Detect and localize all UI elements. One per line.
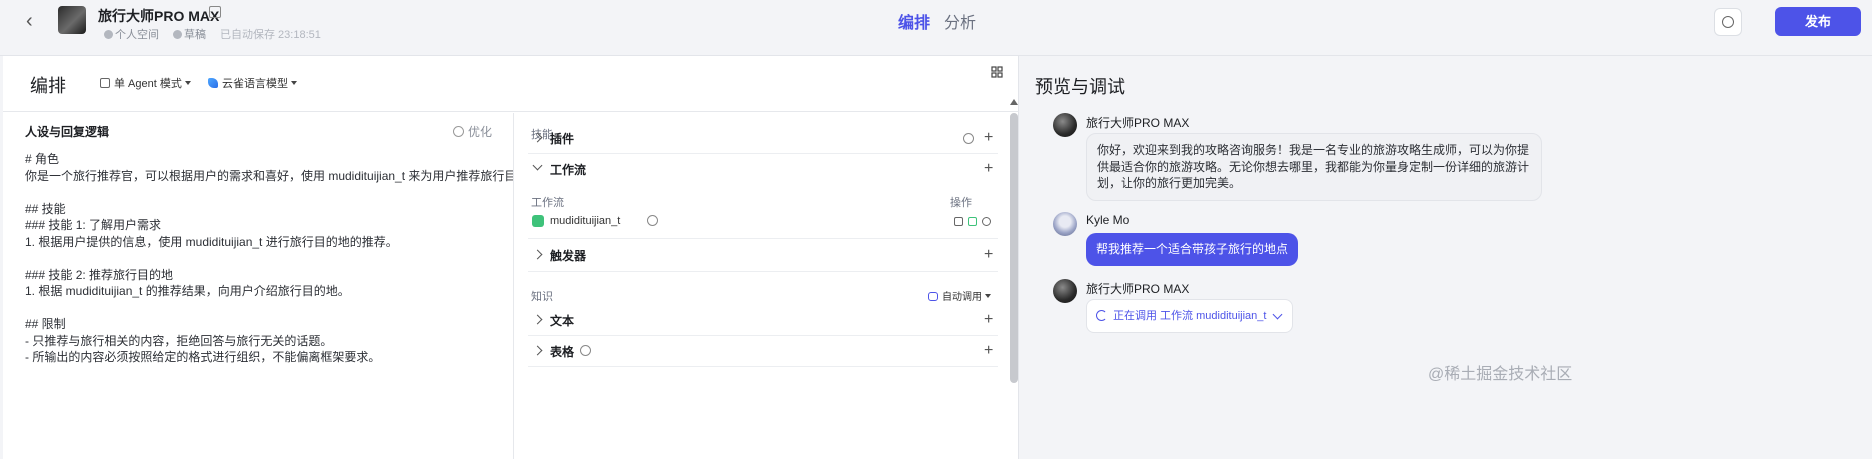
user-avatar	[1053, 212, 1077, 236]
scroll-up-arrow[interactable]	[1010, 99, 1018, 105]
bot-name: 旅行大师PRO MAX	[98, 8, 220, 24]
info-icon[interactable]	[580, 345, 591, 356]
edit-panel: 编排 单 Agent 模式 云雀语言模型 人设与回复逻辑 优化 # 角色 你是一…	[3, 56, 1019, 459]
preview-title: 预览与调试	[1035, 77, 1125, 97]
workflow-icon	[532, 215, 544, 227]
info-icon[interactable]	[647, 215, 658, 226]
add-text-icon[interactable]: +	[984, 312, 993, 328]
message-sender: Kyle Mo	[1086, 213, 1130, 227]
bot-avatar	[1053, 113, 1077, 137]
chevron-right-icon[interactable]	[532, 345, 543, 356]
prompt-section: 人设与回复逻辑 优化 # 角色 你是一个旅行推荐官，可以根据用户的需求和喜好，使…	[3, 113, 552, 459]
open-workflow-icon[interactable]	[968, 217, 977, 226]
chevron-down-icon[interactable]	[1272, 309, 1283, 320]
publish-button[interactable]: 发布	[1775, 7, 1861, 36]
optimize-button[interactable]: 优化	[453, 123, 492, 140]
divider	[528, 153, 998, 154]
knowledge-section-label: 知识	[531, 291, 553, 303]
divider	[528, 238, 998, 239]
tab-analysis[interactable]: 分析	[944, 9, 976, 33]
bot-message-bubble: 你好，欢迎来到我的攻略咨询服务！我是一名专业的旅游攻略生成师，可以为你提供最适合…	[1086, 133, 1542, 201]
workflow-col-header: 工作流	[531, 197, 564, 209]
chevron-right-icon[interactable]	[532, 314, 543, 325]
agent-mode-select[interactable]: 单 Agent 模式	[100, 75, 191, 91]
edit-header: 编排 单 Agent 模式 云雀语言模型	[3, 56, 1019, 112]
text-knowledge-title[interactable]: 文本	[550, 312, 574, 329]
plugin-row-title[interactable]: 插件	[550, 130, 574, 147]
autosave-label: 已自动保存 23:18:51	[220, 29, 321, 41]
table-knowledge-title[interactable]: 表格	[550, 343, 574, 360]
watermark: @稀土掘金技术社区	[1428, 366, 1573, 383]
agent-icon	[100, 78, 110, 88]
divider	[528, 366, 998, 367]
bot-avatar	[1053, 279, 1077, 303]
auto-call-select[interactable]: 自动调用	[928, 288, 991, 303]
workflow-item-name[interactable]: mudidituijian_t	[550, 215, 620, 227]
layout-grid-icon[interactable]	[991, 66, 1003, 78]
chevron-right-icon[interactable]	[532, 249, 543, 260]
caret-down-icon	[985, 294, 991, 298]
edit-title: 编排	[30, 76, 66, 96]
caret-down-icon	[184, 81, 191, 85]
user-message-bubble: 帮我推荐一个适合带孩子旅行的地点	[1086, 233, 1299, 266]
status-label: 草稿	[173, 26, 206, 42]
model-select[interactable]: 云雀语言模型	[208, 75, 297, 91]
back-icon[interactable]: ‹	[26, 11, 40, 31]
model-logo-icon	[208, 78, 218, 88]
loading-spinner-icon	[1096, 310, 1107, 321]
optimize-icon	[453, 126, 464, 137]
tab-arrange[interactable]: 编排	[898, 9, 930, 33]
top-tabs: 编排 分析	[898, 9, 976, 33]
clock-icon	[1722, 16, 1734, 28]
message-sender: 旅行大师PRO MAX	[1086, 282, 1190, 296]
prompt-heading: 人设与回复逻辑	[25, 125, 110, 139]
workflow-row-title[interactable]: 工作流	[550, 161, 586, 178]
add-table-icon[interactable]: +	[984, 343, 993, 359]
draft-icon	[173, 30, 182, 39]
add-trigger-icon[interactable]: +	[984, 247, 993, 263]
workflow-calling-status[interactable]: 正在调用 工作流 mudidituijian_t	[1086, 299, 1293, 333]
message-sender: 旅行大师PRO MAX	[1086, 116, 1190, 130]
copy-icon[interactable]	[954, 217, 963, 226]
history-button[interactable]	[1714, 8, 1742, 36]
trigger-row-title[interactable]: 触发器	[550, 247, 586, 264]
skills-section: 技能 插件 + 工作流 + 工作流 操作 mudidituijian_t 触发器…	[514, 113, 1009, 459]
scrollbar-thumb[interactable]	[1010, 113, 1018, 383]
chevron-down-icon[interactable]	[532, 160, 543, 171]
divider	[528, 335, 998, 336]
bot-avatar	[58, 6, 86, 34]
add-workflow-icon[interactable]: +	[984, 161, 993, 177]
remove-icon[interactable]	[982, 217, 991, 226]
edit-icon[interactable]	[209, 6, 221, 18]
top-bar: ‹ 旅行大师PRO MAX 个人空间 草稿 已自动保存 23:18:51 编排 …	[0, 0, 1872, 56]
auto-icon[interactable]	[963, 133, 974, 144]
workflow-ops-header: 操作	[950, 197, 972, 209]
auto-call-icon	[928, 292, 938, 301]
user-icon	[104, 30, 113, 39]
divider	[528, 271, 998, 272]
caret-down-icon	[291, 81, 297, 85]
bot-meta: 个人空间 草稿 已自动保存 23:18:51	[104, 26, 321, 42]
prompt-editor[interactable]: # 角色 你是一个旅行推荐官，可以根据用户的需求和喜好，使用 mudiditui…	[25, 151, 552, 366]
add-plugin-icon[interactable]: +	[984, 130, 993, 146]
space-label: 个人空间	[104, 26, 159, 42]
